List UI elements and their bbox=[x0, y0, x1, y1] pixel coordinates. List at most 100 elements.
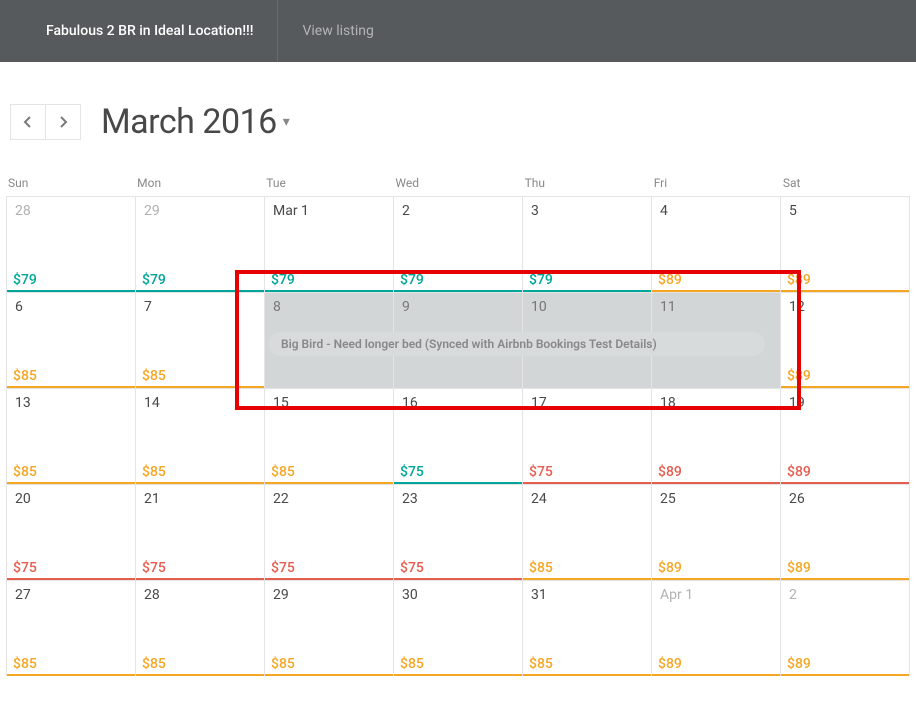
day-number: 2 bbox=[789, 587, 797, 603]
day-price: $75 bbox=[142, 560, 166, 576]
day-number: 24 bbox=[531, 491, 547, 507]
calendar-day[interactable]: 4 $89 bbox=[652, 196, 781, 292]
calendar-day[interactable]: 15$85 bbox=[265, 388, 394, 484]
calendar-day[interactable]: Apr 1$89 bbox=[652, 580, 781, 676]
calendar: Sun Mon Tue Wed Thu Fri Sat 28 $79 29 $79 Ma… bbox=[6, 172, 910, 676]
day-number: 12 bbox=[789, 299, 805, 315]
day-price: $85 bbox=[142, 368, 166, 384]
chevron-right-icon bbox=[57, 116, 69, 128]
day-price: $75 bbox=[13, 560, 37, 576]
day-number: 16 bbox=[402, 395, 418, 411]
next-month-button[interactable] bbox=[45, 104, 81, 140]
day-number: 28 bbox=[15, 203, 31, 219]
calendar-day[interactable]: 6$85 bbox=[7, 292, 136, 388]
calendar-day[interactable]: 29$85 bbox=[265, 580, 394, 676]
month-label: March 2016 bbox=[101, 102, 277, 142]
day-number: 31 bbox=[531, 587, 547, 603]
weekday-label: Fri bbox=[652, 172, 781, 196]
day-number: 21 bbox=[144, 491, 160, 507]
day-price: $79 bbox=[142, 272, 166, 288]
topbar: Fabulous 2 BR in Ideal Location!!! View … bbox=[0, 0, 916, 62]
day-number: 27 bbox=[15, 587, 31, 603]
day-number: 18 bbox=[660, 395, 676, 411]
calendar-day[interactable]: 31$85 bbox=[523, 580, 652, 676]
calendar-day[interactable]: 2$79 bbox=[394, 196, 523, 292]
calendar-day[interactable]: 17$75 bbox=[523, 388, 652, 484]
day-number: 29 bbox=[273, 587, 289, 603]
weekday-header: Sun Mon Tue Wed Thu Fri Sat bbox=[6, 172, 910, 196]
calendar-day[interactable]: 25$89 bbox=[652, 484, 781, 580]
calendar-day[interactable]: 20 $75 bbox=[7, 484, 136, 580]
weekday-label: Thu bbox=[523, 172, 652, 196]
day-number: 26 bbox=[789, 491, 805, 507]
day-number: 14 bbox=[144, 395, 160, 411]
month-picker[interactable]: March 2016 ▾ bbox=[101, 102, 289, 142]
calendar-day[interactable]: 29 $79 bbox=[136, 196, 265, 292]
calendar-day[interactable]: 28$85 bbox=[136, 580, 265, 676]
calendar-day[interactable]: 21 $75 bbox=[136, 484, 265, 580]
day-price: $75 bbox=[400, 560, 424, 576]
price-underline bbox=[394, 674, 522, 676]
calendar-day[interactable]: 30$85 bbox=[394, 580, 523, 676]
calendar-day[interactable]: 14 $85 bbox=[136, 388, 265, 484]
day-price: $85 bbox=[13, 464, 37, 480]
calendar-day[interactable]: 23$75 bbox=[394, 484, 523, 580]
day-price: $79 bbox=[400, 272, 424, 288]
day-number: 29 bbox=[144, 203, 160, 219]
weekday-label: Sun bbox=[6, 172, 135, 196]
price-underline bbox=[652, 674, 780, 676]
day-price: $79 bbox=[529, 272, 553, 288]
calendar-day[interactable]: 16$75 bbox=[394, 388, 523, 484]
calendar-day[interactable]: 22$75 bbox=[265, 484, 394, 580]
calendar-day[interactable]: 13$85 bbox=[7, 388, 136, 484]
weekday-label: Wed bbox=[393, 172, 522, 196]
day-price: $85 bbox=[400, 656, 424, 672]
chevron-left-icon bbox=[22, 116, 34, 128]
calendar-day[interactable]: 2 $89 bbox=[781, 580, 910, 676]
price-underline bbox=[265, 674, 393, 676]
calendar-day[interactable]: 18$89 bbox=[652, 388, 781, 484]
calendar-day[interactable]: 7 $85 bbox=[136, 292, 265, 388]
weekday-label: Sat bbox=[781, 172, 910, 196]
day-price: $85 bbox=[13, 656, 37, 672]
day-price: $89 bbox=[787, 656, 811, 672]
month-nav bbox=[10, 104, 81, 140]
calendar-day[interactable]: 28 $79 bbox=[7, 196, 136, 292]
view-listing-link[interactable]: View listing bbox=[278, 0, 397, 62]
booking-event[interactable]: Big Bird - Need longer bed (Synced with … bbox=[269, 332, 765, 356]
day-price: $89 bbox=[787, 368, 811, 384]
calendar-day[interactable]: 3$79 bbox=[523, 196, 652, 292]
day-price: $85 bbox=[13, 368, 37, 384]
booking-event-label: Big Bird - Need longer bed (Synced with … bbox=[281, 337, 657, 351]
price-underline bbox=[136, 674, 264, 676]
day-number: 7 bbox=[144, 299, 152, 315]
calendar-day[interactable]: 19 $89 bbox=[781, 388, 910, 484]
day-price: $89 bbox=[658, 272, 682, 288]
day-number: 25 bbox=[660, 491, 676, 507]
day-number: 10 bbox=[531, 299, 547, 315]
calendar-day[interactable]: 12 $89 bbox=[781, 292, 910, 388]
price-underline bbox=[7, 674, 135, 676]
day-number: 19 bbox=[789, 395, 805, 411]
day-price: $85 bbox=[271, 464, 295, 480]
calendar-day[interactable]: 5$89 bbox=[781, 196, 910, 292]
listing-title[interactable]: Fabulous 2 BR in Ideal Location!!! bbox=[22, 0, 278, 62]
day-number: 20 bbox=[15, 491, 31, 507]
month-header: March 2016 ▾ bbox=[6, 102, 910, 142]
caret-down-icon: ▾ bbox=[283, 114, 290, 130]
calendar-grid: 28$7929$79Mar 1$792$793$794$895$896$857$… bbox=[6, 196, 910, 676]
calendar-day[interactable]: 27 $85 bbox=[7, 580, 136, 676]
day-price: $85 bbox=[142, 464, 166, 480]
prev-month-button[interactable] bbox=[10, 104, 46, 140]
price-underline bbox=[781, 674, 909, 676]
day-number: 4 bbox=[660, 203, 668, 219]
price-underline bbox=[523, 674, 651, 676]
calendar-day[interactable]: Mar 1$79 bbox=[265, 196, 394, 292]
day-price: $89 bbox=[787, 464, 811, 480]
day-number: 5 bbox=[789, 203, 797, 219]
day-price: $89 bbox=[658, 656, 682, 672]
calendar-day[interactable]: 26$89 bbox=[781, 484, 910, 580]
calendar-day[interactable]: 24$85 bbox=[523, 484, 652, 580]
weekday-label: Mon bbox=[135, 172, 264, 196]
day-price: $79 bbox=[13, 272, 37, 288]
